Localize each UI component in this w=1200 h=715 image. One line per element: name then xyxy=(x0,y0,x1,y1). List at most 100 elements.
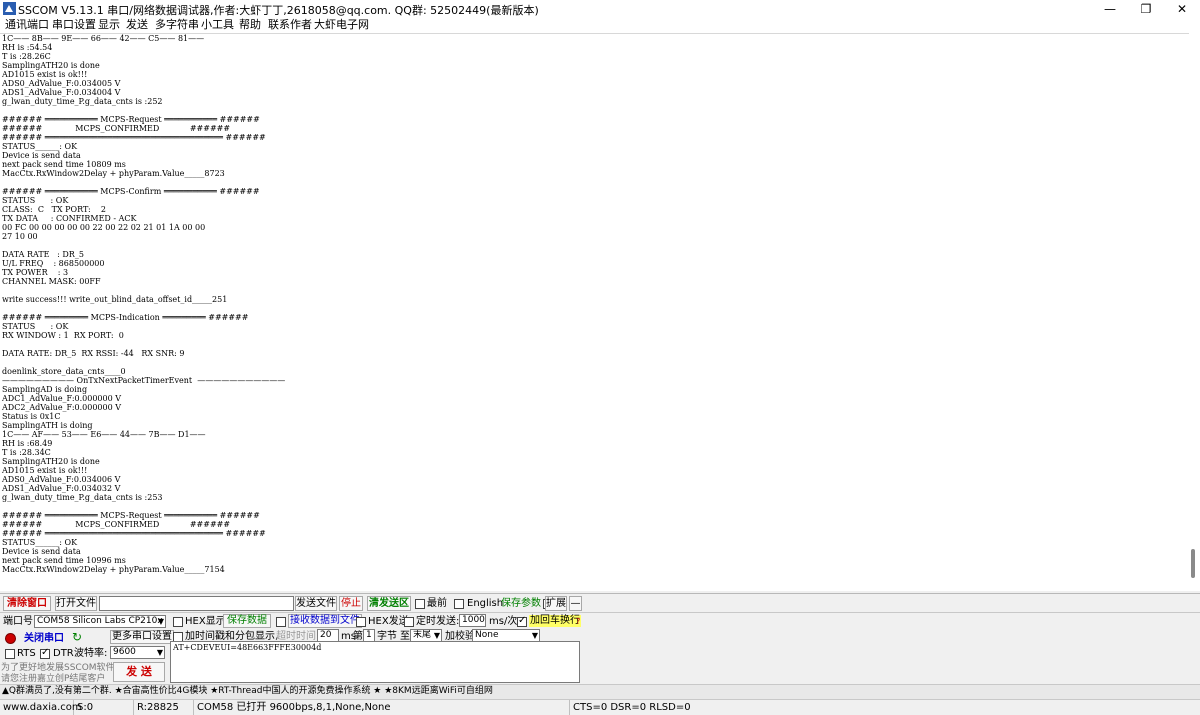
console-line: 1C—— AF—— 53—— E6—— 44—— 7B—— D1—— xyxy=(2,430,206,439)
timeout-value: 20 xyxy=(320,630,332,640)
menu-contact-author[interactable]: 联系作者 xyxy=(268,18,312,32)
more-settings-button[interactable]: 更多串口设置 xyxy=(110,630,174,644)
console-line: Status is 0x1C xyxy=(2,412,61,421)
console-line: 00 FC 00 00 00 00 00 22 00 22 02 21 01 1… xyxy=(2,223,206,232)
checksum-select-value: None xyxy=(475,630,499,640)
status-signals: CTS=0 DSR=0 RLSD=0 xyxy=(573,702,691,713)
console-line: ###### ═══════════ MCPS-Request ════════… xyxy=(2,511,260,520)
file-path-input[interactable] xyxy=(99,596,294,611)
baud-select-value: 9600 xyxy=(113,647,136,657)
console-line: STATUS : OK xyxy=(2,322,69,331)
console-line: DATA RATE: DR_5 RX RSSI: -44 RX SNR: 9 xyxy=(2,349,185,358)
interval-input[interactable]: 1000 xyxy=(459,614,486,627)
receive-console[interactable]: 1C—— 8B—— 9E—— 66—— 42—— C5—— 81—— RH is … xyxy=(0,33,1200,591)
minimize-button[interactable]: — xyxy=(1092,0,1128,18)
port-label: 端口号 xyxy=(3,616,33,627)
nth-value: 1 xyxy=(366,630,372,640)
menu-display[interactable]: 显示 xyxy=(98,18,120,32)
menu-daxia-site[interactable]: 大虾电子网 xyxy=(314,18,369,32)
port-select[interactable]: COM58 Silicon Labs CP210x ▼ xyxy=(34,615,166,628)
collapse-button[interactable]: — xyxy=(569,596,582,611)
console-line: ###### MCPS_CONFIRMED ###### xyxy=(2,124,231,133)
append-crlf-label[interactable]: 加回车换行 xyxy=(529,615,581,627)
chevron-down-icon: ▼ xyxy=(531,631,538,640)
console-line: RH is :54.54 xyxy=(2,43,53,52)
timed-send-checkbox[interactable] xyxy=(404,617,414,627)
maximize-button[interactable]: ❐ xyxy=(1128,0,1164,18)
news-ticker[interactable]: ▲Q群满员了,没有第二个群. ★合宙高性价比4G模块 ★RT-Thread中国人… xyxy=(0,684,1200,699)
menu-bar: 通讯端口 串口设置 显示 发送 多字符串 小工具 帮助 联系作者 大虾电子网 xyxy=(0,18,1200,33)
title-bar: SSCOM V5.13.1 串口/网络数据调试器,作者:大虾丁丁,2618058… xyxy=(0,0,1200,18)
console-line: TX POWER : 3 xyxy=(2,268,69,277)
baud-select[interactable]: 9600 ▼ xyxy=(110,646,165,659)
menu-multi-string[interactable]: 多字符串 xyxy=(155,18,199,32)
topmost-label: 最前 xyxy=(427,598,447,609)
save-data-button[interactable]: 保存数据 xyxy=(223,614,271,628)
hex-display-checkbox[interactable] xyxy=(173,617,183,627)
stop-button[interactable]: 停止 xyxy=(339,596,363,611)
console-line: g_lwan_duty_time_P.g_data_cnts is :252 xyxy=(2,97,163,106)
console-line: STATUS : OK xyxy=(2,196,69,205)
topmost-checkbox[interactable] xyxy=(415,599,425,609)
send-file-button[interactable]: 发送文件 xyxy=(295,596,337,611)
console-line: 27 10 00 xyxy=(2,232,38,241)
port-status-icon xyxy=(5,633,16,644)
send-button[interactable]: 发 送 xyxy=(113,662,165,682)
chevron-down-icon: ▼ xyxy=(433,631,440,640)
rts-checkbox[interactable] xyxy=(5,649,15,659)
console-line: ADC1_AdValue_F:0.000000 V xyxy=(2,394,122,403)
rts-label: RTS xyxy=(17,648,36,659)
console-line: MacCtx.RxWindow2Delay + phyParam.Value__… xyxy=(2,169,225,178)
interval-unit: ms/次 xyxy=(489,616,518,627)
expand-button[interactable]: 扩展 xyxy=(545,596,567,611)
clear-send-button[interactable]: 清发送区 xyxy=(367,596,411,611)
english-checkbox[interactable] xyxy=(454,599,464,609)
clear-window-button[interactable]: 清除窗口 xyxy=(3,596,51,611)
menu-tools[interactable]: 小工具 xyxy=(201,18,234,32)
close-port-button[interactable]: 关闭串口 xyxy=(24,633,64,645)
console-line: CLASS: C TX PORT: 2 xyxy=(2,205,106,214)
refresh-icon[interactable]: ↻ xyxy=(72,631,82,643)
hex-display-label: HEX显示 xyxy=(185,616,226,627)
console-line: next pack send time 10996 ms xyxy=(2,556,126,565)
open-file-button[interactable]: 打开文件 xyxy=(55,596,97,611)
console-line: STATUS______: OK xyxy=(2,142,78,151)
chevron-down-icon: ▼ xyxy=(156,648,163,657)
console-scrollbar[interactable] xyxy=(1189,33,1200,591)
console-line: U/L FREQ : 868500000 xyxy=(2,259,105,268)
status-port-info: COM58 已打开 9600bps,8,1,None,None xyxy=(194,700,570,715)
append-crlf-checkbox[interactable] xyxy=(517,615,527,627)
recv-to-file-checkbox[interactable] xyxy=(276,617,286,627)
close-button[interactable]: ✕ xyxy=(1164,0,1200,18)
console-line: SamplingATH20 is done xyxy=(2,61,100,70)
console-line: ###### ═════════ MCPS-Indication ═══════… xyxy=(2,313,249,322)
menu-help[interactable]: 帮助 xyxy=(239,18,261,32)
console-line: DATA RATE : DR_5 xyxy=(2,250,84,259)
hex-send-checkbox[interactable] xyxy=(356,617,366,627)
menu-comm-port[interactable]: 通讯端口 xyxy=(5,18,49,32)
window-title: SSCOM V5.13.1 串口/网络数据调试器,作者:大虾丁丁,2618058… xyxy=(18,4,539,17)
toolbar: 清除窗口 打开文件 发送文件 停止 清发送区 最前 English 保存参数 扩… xyxy=(0,593,1200,612)
status-website[interactable]: www.daxia.com xyxy=(0,700,82,715)
console-scrollbar-thumb[interactable] xyxy=(1191,549,1195,578)
recv-to-file-button[interactable]: 接收数据到文件 xyxy=(288,614,362,628)
baud-label: 波特率: xyxy=(74,648,108,659)
save-params-button[interactable]: 保存参数 xyxy=(501,597,541,610)
sscom-window: SSCOM V5.13.1 串口/网络数据调试器,作者:大虾丁丁,2618058… xyxy=(0,0,1200,715)
console-line: ###### ═══════════ MCPS-Request ════════… xyxy=(2,115,260,124)
console-line: SamplingATH is doing xyxy=(2,421,93,430)
console-output: 1C—— 8B—— 9E—— 66—— 42—— C5—— 81—— RH is … xyxy=(2,34,1182,574)
help-icon[interactable]: ? xyxy=(576,616,580,628)
dtr-checkbox[interactable] xyxy=(40,647,50,659)
send-textarea[interactable]: AT+CDEVEUI=48E663FFFE30004d xyxy=(170,641,580,683)
console-line: T is :28.26C xyxy=(2,52,51,61)
console-line: MacCtx.RxWindow2Delay + phyParam.Value__… xyxy=(2,565,225,574)
menu-serial-settings[interactable]: 串口设置 xyxy=(52,18,96,32)
menu-send[interactable]: 发送 xyxy=(126,18,148,32)
